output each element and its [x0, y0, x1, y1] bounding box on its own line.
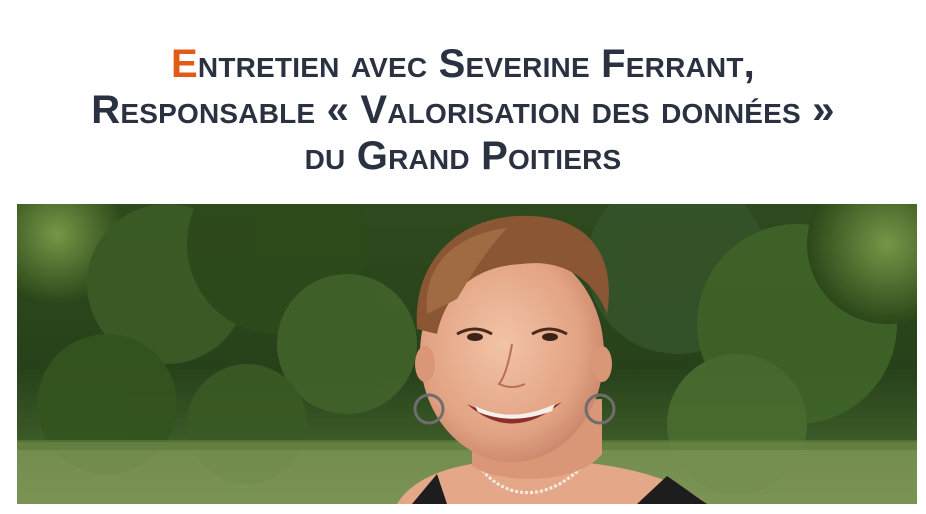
title-line-2: Responsable « Valorisation des données »	[91, 87, 835, 132]
article-title: Entretien avec Severine Ferrant, Respons…	[0, 41, 926, 179]
title-line-3: du Grand Poitiers	[304, 133, 622, 178]
article-page: Entretien avec Severine Ferrant, Respons…	[0, 0, 926, 514]
title-line-1-text: ntretien avec Severine Ferrant,	[197, 41, 755, 86]
title-line-1: Entretien avec Severine Ferrant,	[0, 41, 926, 87]
title-first-letter: E	[171, 41, 198, 86]
portrait-photo	[17, 204, 917, 504]
portrait-illustration	[17, 204, 917, 504]
